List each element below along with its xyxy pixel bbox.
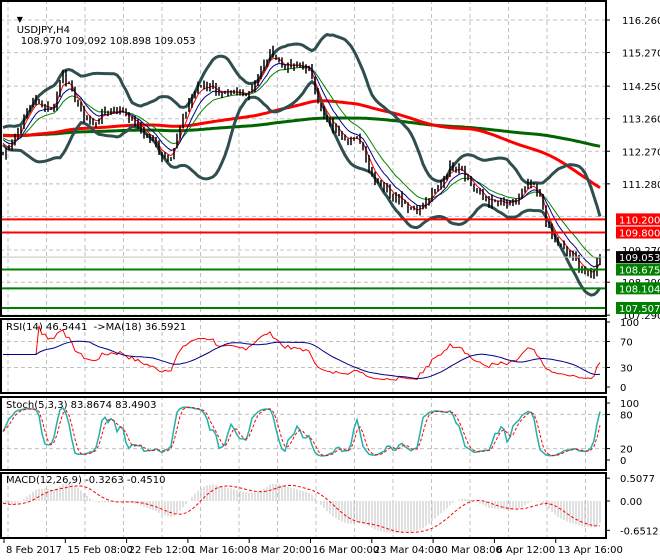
axis-tick-label: 100 [620, 399, 639, 410]
time-tick-label: 8 Mar 20:00 [251, 545, 311, 556]
level-price-tag: 109.800 [619, 229, 660, 240]
price-tick-label: 113.260 [622, 115, 660, 126]
axis-tick-label: 30 [620, 364, 633, 375]
axis-tick-label: 0.00 [620, 497, 642, 508]
level-price-tag: 107.507 [619, 304, 660, 315]
time-tick-label: 22 Feb 12:00 [129, 545, 195, 556]
level-price-tag: 108.675 [619, 266, 660, 277]
ma-fast-line [2, 99, 601, 190]
chart-header: ▼ USDJPY,H4 108.970 109.092 108.898 109.… [4, 3, 196, 58]
price-tick-label: 114.250 [622, 82, 660, 93]
axis-tick-label: 0 [620, 456, 626, 467]
stoch-label: Stoch(5,3,3) 83.8674 83.4903 [6, 400, 157, 411]
price-tick-label: 111.280 [622, 180, 660, 191]
chart-window: 116.260 115.270 114.250 113.260 112.270 111.2… [0, 0, 660, 560]
time-tick-label: 30 Mar 08:00 [435, 545, 502, 556]
current-price-tag: 109.053 [619, 253, 660, 264]
dropdown-triangle-icon[interactable]: ▼ [17, 15, 23, 24]
time-tick-label: 6 Apr 12:00 [496, 545, 555, 556]
time-tick-label: 8 Feb 2017 [6, 545, 62, 556]
macd-label: MACD(12,26,9) -0.3263 -0.4510 [6, 475, 166, 486]
time-tick-label: 1 Mar 16:00 [190, 545, 250, 556]
price-tick-label: 116.260 [622, 16, 660, 27]
level-price-tag: 108.104 [619, 284, 660, 295]
price-tick-label: 115.270 [622, 49, 660, 60]
time-tick-label: 15 Feb 08:00 [67, 545, 133, 556]
axis-tick-label: -0.6512 [620, 526, 659, 537]
axis-tick-label: 0 [620, 383, 626, 394]
time-tick-label: 13 Apr 16:00 [558, 545, 623, 556]
axis-tick-label: 70 [620, 338, 633, 349]
axis-tick-label: 80 [620, 410, 633, 421]
time-tick-label: 16 Mar 00:00 [313, 545, 380, 556]
bollinger-upper [2, 32, 602, 217]
rsi-label: RSI(14) 46.5441 ->MA(18) 36.5921 [6, 322, 187, 333]
symbol-label: USDJPY,H4 [16, 25, 71, 36]
time-tick-label: 23 Mar 04:00 [374, 545, 441, 556]
ohlc-label: 108.970 109.092 108.898 109.053 [20, 36, 196, 47]
level-price-tag: 110.200 [619, 215, 660, 226]
price-tick-label: 112.270 [622, 147, 660, 158]
axis-tick-label: 0.5077 [620, 474, 655, 485]
axis-tick-label: 100 [620, 318, 639, 329]
rsi-line [3, 325, 601, 381]
axis-tick-label: 20 [620, 445, 633, 456]
macd-signal-line [2, 485, 600, 533]
rsi-ma-line [3, 340, 601, 380]
bollinger-lower [2, 79, 602, 297]
